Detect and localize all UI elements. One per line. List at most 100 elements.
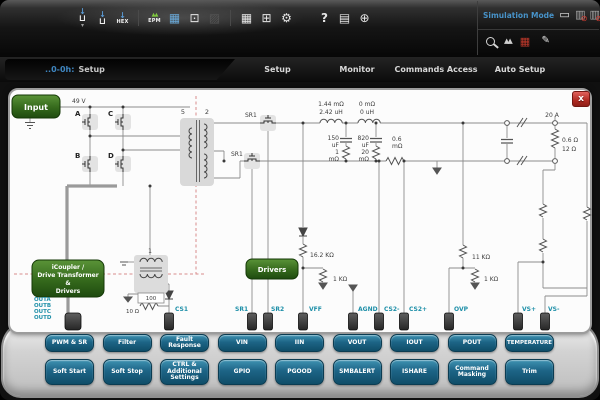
command-masking-button[interactable]: Command Masking (448, 359, 497, 385)
fet-c-label: C (108, 110, 113, 118)
soft-start-button[interactable]: Soft Start (45, 359, 94, 385)
filter-button[interactable]: Filter (103, 334, 152, 352)
pin-vs-minus (541, 313, 550, 330)
pgood-button[interactable]: PGOOD (275, 359, 324, 385)
fet-b-label: B (75, 152, 80, 160)
document-icon[interactable]: ▤ (338, 8, 351, 28)
ovp-label: OVP (454, 306, 469, 313)
pin-agnd (349, 313, 358, 330)
ct-burden-label: 100 (146, 296, 157, 302)
pin-labels: OUTA OUTB OUTC OUTD CS1 SR1 SR2 VFF AGND… (34, 297, 560, 321)
ishare-button[interactable]: ISHARE (390, 359, 439, 385)
input-button[interactable]: Input (12, 95, 60, 118)
l1-resistance-label: 1.44 mΩ (318, 101, 344, 108)
ctrl-additional-settings-button[interactable]: CTRL & Additional Settings (160, 359, 209, 385)
main-toolbar: ↓ ⊔ ▾ ↓ ⊔ ↓ HEX ▲▲ EPM ▦ ⊡ ▨ ▦ ⊞ ⚙ (0, 0, 600, 57)
download-ram-icon[interactable]: ↓ ⊔ (96, 8, 109, 28)
cs1-label: CS1 (175, 306, 188, 313)
ct-resistor-label: 10 Ω (126, 309, 139, 315)
connection-panel: Simulation Mode ▭ ▥ ⊘ ▥ ⊘ ▲▲ ▦ ✎ (477, 1, 599, 55)
help-icon[interactable]: ? (318, 8, 331, 28)
cs2-minus-label: CS2- (384, 306, 400, 313)
vin-button[interactable]: VIN (218, 334, 267, 352)
temperature-button[interactable]: TEMPERATURE (505, 334, 554, 352)
outd-label: OUTD (34, 315, 52, 321)
pin-vff (299, 313, 308, 330)
pin-cs2-plus (400, 313, 409, 330)
vs-minus-label: VS- (548, 306, 560, 313)
drivers-button-label: Drivers (258, 266, 287, 274)
iout-button[interactable]: IOUT (390, 334, 439, 352)
pwm-sr-button[interactable]: PWM & SR (45, 334, 94, 352)
hex-label: HEX (116, 19, 128, 25)
l2-resistance-label: 0 mΩ (359, 101, 376, 108)
red-chip-icon[interactable]: ▦ (520, 35, 530, 48)
c1-esr-value-label: 1 (335, 149, 339, 156)
cs2-plus-label: CS2+ (409, 306, 427, 313)
download-flash-icon[interactable]: ↓ ⊔ ▾ (76, 8, 89, 28)
tab-setup[interactable]: Setup (250, 61, 305, 78)
application-window: ↓ ⊔ ▾ ↓ ⊔ ↓ HEX ▲▲ EPM ▦ ⊡ ▨ ▦ ⊞ ⚙ (0, 0, 600, 400)
trim-button[interactable]: Trim (505, 359, 554, 385)
chip-pins[interactable] (65, 313, 550, 330)
sr1-label: SR1 (235, 306, 248, 313)
output-terminals (505, 118, 558, 165)
c2-esr-unit-label: mΩ (359, 156, 370, 163)
tab-monitor[interactable]: Monitor (328, 61, 386, 78)
hex-export-icon[interactable]: ↓ HEX (116, 8, 129, 28)
device-disconnected-icon: ▥ ⊘ (575, 8, 585, 22)
pin-out-connector (65, 313, 81, 330)
tab-commands-access[interactable]: Commands Access (396, 61, 476, 78)
chip-config-icon[interactable]: ▦ (168, 8, 181, 28)
globe-icon[interactable]: ⊕ (358, 8, 371, 28)
icoupler-label-line4: Drivers (56, 288, 81, 295)
input-voltage-label: 49 V (72, 98, 87, 105)
soft-stop-button[interactable]: Soft Stop (103, 359, 152, 385)
search-devices-icon[interactable] (486, 37, 495, 46)
settings-button-row-1: PWM & SR Filter Fault Response VIN IIN V… (45, 334, 554, 352)
window-popout-icon[interactable]: ⊡ (188, 8, 201, 28)
output-inductors (320, 119, 380, 123)
scan-tools-row: ▲▲ ▦ ✎ (478, 30, 599, 52)
tab-auto-setup[interactable]: Auto Setup (486, 61, 554, 78)
toolbar-left-icons: ↓ ⊔ ▾ ↓ ⊔ ↓ HEX ▲▲ EPM ▦ ⊡ ▨ ▦ ⊞ ⚙ (76, 6, 293, 30)
pout-button[interactable]: POUT (448, 334, 497, 352)
gpio-button[interactable]: GPIO (218, 359, 267, 385)
mountains-icon[interactable]: ▲▲ (504, 37, 511, 45)
device-status-pill: ..0-0h: Setup (5, 59, 235, 80)
load-current-label: 20 A (545, 112, 560, 119)
pin-vs-plus (514, 313, 523, 330)
ovp-r-bottom-label: 1 KΩ (484, 276, 499, 283)
input-button-label: Input (24, 103, 48, 112)
drivers-button[interactable]: Drivers (246, 259, 298, 279)
fet-d-label: D (108, 152, 114, 160)
icoupler-drivers-button[interactable]: iCoupler / Drive Transformer & Drivers (32, 260, 104, 297)
vs-plus-label: VS+ (522, 306, 536, 313)
calculator-icon[interactable]: ▦ (240, 8, 253, 28)
limits-table-icon[interactable]: ⊞ (260, 8, 273, 28)
smbalert-button[interactable]: SMBALERT (333, 359, 382, 385)
load-r1-label: 0.6 Ω (562, 137, 578, 144)
current-page-label: Setup (78, 65, 104, 74)
rsense-value-label: 0.6 (392, 136, 402, 143)
c1-value-label: 150 (328, 135, 340, 142)
c1-unit-label: uF (332, 142, 340, 149)
pencil-icon[interactable]: ✎ (539, 31, 552, 51)
rsense-unit-label: mΩ (392, 143, 403, 150)
power-stage-schematic: Input iCoupler / Drive Transformer & Dri… (8, 88, 592, 334)
fault-response-button[interactable]: Fault Response (160, 334, 209, 352)
pin-cs2-minus (375, 313, 384, 330)
fet-a-label: A (75, 110, 81, 118)
xfmr-secondary-turns: 2 (205, 108, 209, 116)
l1-inductance-label: 2.42 uH (319, 109, 343, 116)
down-arrow-icon: ↓ (119, 12, 126, 19)
c2-value-label: 820 (358, 135, 370, 142)
close-panel-button[interactable]: x (572, 91, 590, 107)
iin-button[interactable]: IIN (275, 334, 324, 352)
vout-button[interactable]: VOUT (333, 334, 382, 352)
icoupler-label-line1: iCoupler / (52, 264, 85, 271)
toolbar-divider (230, 10, 231, 26)
gear-icon[interactable]: ⚙ (280, 8, 293, 28)
epm-icon[interactable]: ▲▲ EPM (148, 8, 161, 28)
xfmr-primary-turns: 5 (181, 108, 185, 116)
